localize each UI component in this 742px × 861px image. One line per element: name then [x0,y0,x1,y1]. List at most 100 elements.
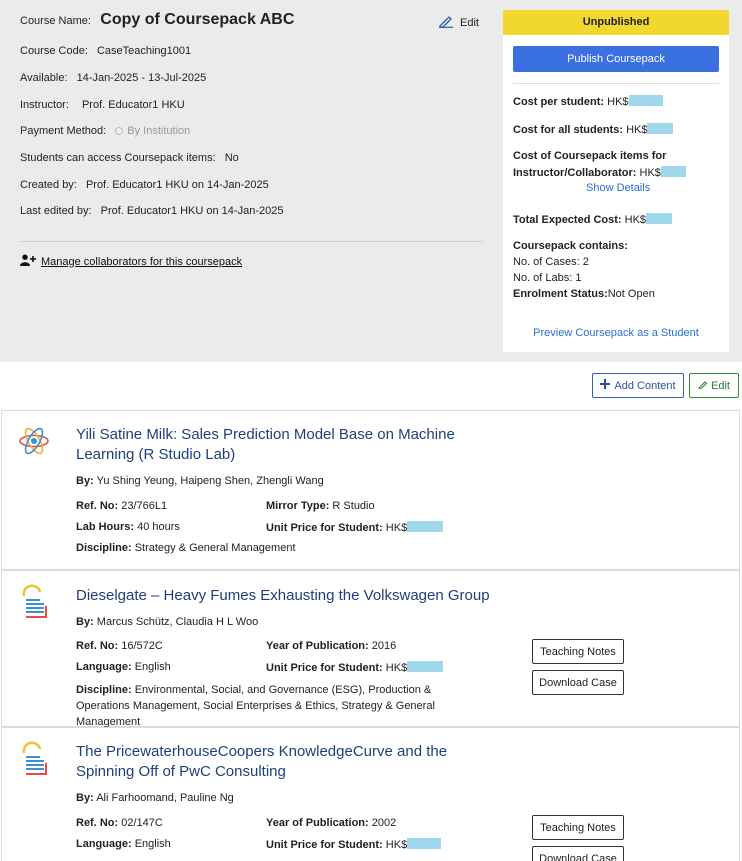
redacted-value [647,123,674,134]
item-authors: By: Marcus Schütz, Claudia H L Woo [76,616,258,628]
language-value: English [134,838,171,850]
total-expected-currency: HK$ [624,214,647,226]
item-title[interactable]: The PricewaterhouseCoopers KnowledgeCurv… [76,742,496,782]
section-divider [20,241,483,242]
course-name-label: Course Name: [20,15,91,27]
item-unit-price: Unit Price for Student: HK$ [266,521,444,534]
language-value: English [134,661,171,673]
teaching-notes-button[interactable]: Teaching Notes [532,639,624,664]
payment-row: Payment Method: By Institution [20,125,190,137]
item-lab-hours: Lab Hours: 40 hours [76,521,180,533]
mirror-value: R Studio [332,500,375,512]
discipline-label: Discipline: [76,542,132,554]
item-title[interactable]: Dieselgate – Heavy Fumes Exhausting the … [76,586,536,606]
redacted-value [646,213,673,224]
content-item-card: Dieselgate – Heavy Fumes Exhausting the … [1,570,740,730]
price-currency: HK$ [385,839,408,851]
ref-value: 23/766L1 [121,500,168,512]
labs-label: No. of Labs: [513,272,573,284]
mirror-label: Mirror Type: [266,500,330,512]
item-language: Language: English [76,838,171,850]
labs-row: No. of Labs: 1 [513,272,582,284]
course-name-row: Course Name: Copy of Coursepack ABC [20,11,294,29]
language-label: Language: [76,661,132,673]
access-value: No [224,152,239,164]
content-item-card: Yili Satine Milk: Sales Prediction Model… [1,410,740,570]
user-plus-icon [20,254,36,269]
item-discipline: Discipline: Environmental, Social, and G… [76,682,476,730]
redacted-value [407,521,444,532]
cost-items-line1: Cost of Coursepack items for [513,150,667,162]
cost-per-student-label: Cost per student: [513,96,605,108]
item-ref: Ref. No: 02/147C [76,817,163,829]
cost-items-line2: Instructor/Collaborator: HK$ [513,166,686,179]
redacted-value [628,95,663,106]
instructor-label: Instructor: [20,99,69,111]
edit-pencil-icon [438,14,454,31]
instructor-name: Prof. Educator1 HKU [81,99,185,111]
price-label: Unit Price for Student: [266,662,383,674]
total-expected-label: Total Expected Cost: [513,214,622,226]
manage-collaborators-link[interactable]: Manage collaborators for this coursepack [41,256,242,268]
course-info-section: Course Name: Copy of Coursepack ABC Edit… [0,0,742,362]
item-authors: By: Yu Shing Yeung, Haipeng Shen, Zhengl… [76,475,324,487]
item-mirror-type: Mirror Type: R Studio [266,500,375,512]
authors: Ali Farhoomand, Pauline Ng [96,792,234,804]
item-year: Year of Publication: 2002 [266,817,396,829]
edit-content-label: Edit [711,379,730,392]
coursepack-summary-panel: Unpublished Publish Coursepack Cost per … [503,10,729,352]
item-unit-price: Unit Price for Student: HK$ [266,838,442,851]
course-code: CaseTeaching1001 [96,45,192,57]
content-item-card: The PricewaterhouseCoopers KnowledgeCurv… [1,727,740,861]
course-name: Copy of Coursepack ABC [100,11,295,28]
cost-per-student-currency: HK$ [607,96,629,108]
add-content-label: Add Content [614,379,676,392]
cost-per-student: Cost per student: HK$ [513,95,663,108]
enrolment-label: Enrolment Status: [513,288,608,300]
publish-coursepack-button[interactable]: Publish Coursepack [513,46,719,72]
item-unit-price: Unit Price for Student: HK$ [266,661,444,674]
item-ref: Ref. No: 16/572C [76,640,163,652]
authors-label: By: [76,792,94,804]
discipline-value: Strategy & General Management [134,542,296,554]
manage-collaborators: Manage collaborators for this coursepack [20,254,242,269]
atom-icon [18,423,50,459]
created-label: Created by: [20,179,77,191]
payment-radio[interactable] [115,127,124,135]
created-row: Created by: Prof. Educator1 HKU on 14-Ja… [20,179,269,191]
year-value: 2016 [371,640,397,652]
price-currency: HK$ [385,522,408,534]
edit-course-button[interactable]: Edit [438,14,479,31]
teaching-notes-button[interactable]: Teaching Notes [532,815,624,840]
access-row: Students can access Coursepack items: No [20,152,239,164]
access-label: Students can access Coursepack items: [20,152,216,164]
edit-content-button[interactable]: Edit [689,373,739,398]
payment-method: By Institution [127,125,191,137]
enrolment-status: Not Open [607,288,655,300]
edit-course-label: Edit [460,16,479,29]
cases-count: 2 [582,256,589,268]
cost-items-currency: HK$ [639,167,661,179]
cost-all-students-currency: HK$ [626,124,648,136]
available-label: Available: [20,72,68,84]
item-title[interactable]: Yili Satine Milk: Sales Prediction Model… [76,425,496,465]
add-content-button[interactable]: Add Content [592,373,684,398]
discipline-label: Discipline: [76,684,132,696]
status-badge: Unpublished [503,10,729,35]
case-document-icon [18,741,50,777]
cases-label: No. of Cases: [513,256,580,268]
available-row: Available: 14-Jan-2025 - 13-Jul-2025 [20,72,206,84]
panel-divider [513,83,719,84]
ref-label: Ref. No: [76,500,119,512]
redacted-value [660,166,686,177]
download-case-button[interactable]: Download Case [532,846,624,861]
show-details-link[interactable]: Show Details [586,182,650,194]
download-case-button[interactable]: Download Case [532,670,624,695]
redacted-value [407,838,442,849]
year-value: 2002 [371,817,397,829]
edited-label: Last edited by: [20,205,92,217]
preview-as-student-link[interactable]: Preview Coursepack as a Student [503,327,729,339]
year-label: Year of Publication: [266,640,369,652]
edited-row: Last edited by: Prof. Educator1 HKU on 1… [20,205,283,217]
ref-label: Ref. No: [76,817,119,829]
